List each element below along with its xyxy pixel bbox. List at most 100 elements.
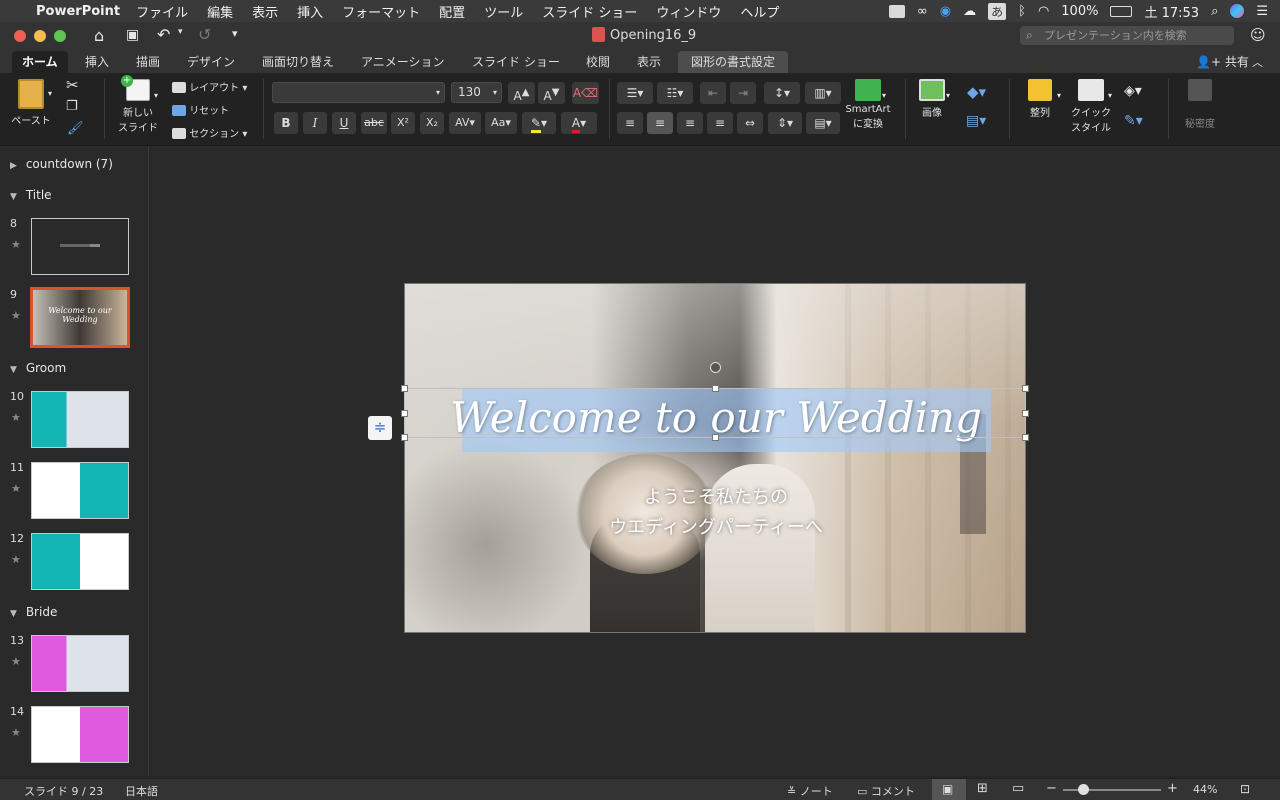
- notification-icon[interactable]: [888, 4, 905, 18]
- fit-to-window-icon[interactable]: ⊡: [1240, 782, 1250, 796]
- tab-review[interactable]: 校閲: [576, 51, 620, 73]
- bluetooth-icon[interactable]: ᛒ: [1018, 4, 1026, 19]
- decrease-indent-button[interactable]: ⇤: [700, 82, 726, 104]
- normal-view-button[interactable]: ▣: [932, 779, 966, 800]
- columns-button[interactable]: ▥▾: [805, 82, 841, 104]
- current-slide[interactable]: Welcome to our Wedding ようこそ私たちの ウエディングパー…: [404, 283, 1026, 633]
- format-painter-icon[interactable]: 🖌: [67, 121, 84, 136]
- section-bride[interactable]: ▼ Bride: [10, 605, 57, 619]
- section-title[interactable]: ▼ Title: [10, 188, 52, 202]
- character-spacing-button[interactable]: AV▾: [449, 112, 481, 134]
- distributed-button[interactable]: ⇔: [737, 112, 763, 134]
- text-box-icon[interactable]: ▤▾: [966, 113, 986, 129]
- wifi-icon[interactable]: ◠: [1038, 4, 1049, 19]
- resize-handle-top-left[interactable]: [401, 385, 408, 392]
- redo-icon[interactable]: ↺: [198, 25, 211, 44]
- align-center-button[interactable]: ≡: [647, 112, 673, 134]
- notes-button[interactable]: ≚ ノート: [787, 783, 833, 799]
- tab-slideshow[interactable]: スライド ショー: [462, 51, 570, 73]
- align-text-button[interactable]: ▤▾: [806, 112, 840, 134]
- slide-subtitle-line-1[interactable]: ようこそ私たちの: [405, 483, 1025, 509]
- arrange-button[interactable]: 整列: [1018, 79, 1062, 119]
- slide-thumbnail-11[interactable]: [31, 462, 129, 519]
- tab-animations[interactable]: アニメーション: [351, 51, 455, 73]
- underline-button[interactable]: U: [332, 112, 356, 134]
- slide-thumbnail-9[interactable]: Welcome to our Wedding: [30, 287, 130, 348]
- resize-handle-bottom-right[interactable]: [1022, 434, 1029, 441]
- wifi-sync-icon[interactable]: ◉: [940, 4, 951, 19]
- comments-button[interactable]: ▭ コメント: [857, 783, 915, 799]
- slide-sorter-icon[interactable]: ⊞: [977, 781, 988, 796]
- layout-button[interactable]: レイアウト ▾: [172, 79, 247, 94]
- slide-thumbnail-12[interactable]: [31, 533, 129, 590]
- quick-styles-button[interactable]: クイック スタイル: [1068, 79, 1114, 134]
- zoom-slider-handle[interactable]: [1078, 784, 1089, 795]
- app-name[interactable]: PowerPoint: [36, 4, 120, 19]
- siri-icon[interactable]: [1230, 4, 1245, 18]
- subscript-button[interactable]: X₂: [420, 112, 444, 134]
- align-right-button[interactable]: ≡: [677, 112, 703, 134]
- user-icon[interactable]: ☺: [1250, 26, 1266, 44]
- decrease-font-size-button[interactable]: A▼: [538, 82, 565, 104]
- superscript-button[interactable]: X²: [391, 112, 415, 134]
- resize-handle-bottom-left[interactable]: [401, 434, 408, 441]
- clock[interactable]: 土 17:53: [1144, 2, 1199, 21]
- tab-draw[interactable]: 描画: [126, 51, 170, 73]
- rotate-handle-icon[interactable]: [710, 362, 721, 373]
- menu-window[interactable]: ウィンドウ: [656, 2, 721, 21]
- section-groom[interactable]: ▼ Groom: [10, 361, 66, 375]
- slide-thumbnail-14[interactable]: [31, 706, 129, 763]
- menu-format[interactable]: フォーマット: [342, 2, 420, 21]
- quick-styles-dropdown-icon[interactable]: ▾: [1108, 91, 1112, 100]
- highlight-color-button[interactable]: ✎▾: [522, 112, 556, 134]
- cut-icon[interactable]: ✂: [66, 76, 79, 94]
- smartart-dropdown-icon[interactable]: ▾: [882, 91, 886, 100]
- increase-indent-button[interactable]: ⇥: [730, 82, 756, 104]
- numbering-button[interactable]: ☷▾: [657, 82, 693, 104]
- undo-icon[interactable]: ↶: [157, 25, 170, 44]
- zoom-level[interactable]: 44%: [1193, 783, 1217, 796]
- menu-arrange[interactable]: 配置: [439, 2, 465, 21]
- tab-transitions[interactable]: 画面切り替え: [252, 51, 344, 73]
- font-size-select[interactable]: 130 ▾: [451, 82, 502, 103]
- shapes-icon[interactable]: ◆▾: [967, 83, 986, 101]
- resize-handle-top[interactable]: [712, 385, 719, 392]
- menu-view[interactable]: 表示: [252, 2, 278, 21]
- zoom-in-icon[interactable]: +: [1167, 781, 1178, 796]
- resize-handle-top-right[interactable]: [1022, 385, 1029, 392]
- font-color-button[interactable]: A▾: [561, 112, 597, 134]
- font-name-select[interactable]: ▾: [272, 82, 445, 103]
- change-case-button[interactable]: Aa▾: [485, 112, 517, 134]
- increase-font-size-button[interactable]: A▲: [508, 82, 535, 104]
- menu-edit[interactable]: 編集: [207, 2, 233, 21]
- copy-icon[interactable]: ❐: [66, 99, 78, 114]
- resize-handle-right[interactable]: [1022, 410, 1029, 417]
- slide-thumbnail-10[interactable]: [31, 391, 129, 448]
- convert-to-smartart-button[interactable]: SmartArt に変換: [845, 79, 891, 130]
- slide-thumbnail-8[interactable]: [31, 218, 129, 275]
- input-method-indicator[interactable]: あ: [988, 2, 1007, 20]
- collapse-ribbon-icon[interactable]: ︿: [1252, 54, 1263, 70]
- align-left-button[interactable]: ≡: [617, 112, 643, 134]
- paste-button[interactable]: ペースト: [10, 79, 52, 127]
- slide-subtitle-line-2[interactable]: ウエディングパーティーへ: [405, 513, 1025, 539]
- strikethrough-button[interactable]: abc: [361, 112, 387, 134]
- battery-icon[interactable]: [1110, 5, 1133, 17]
- section-countdown[interactable]: ▶ countdown (7): [10, 157, 113, 171]
- clear-formatting-button[interactable]: A⌫: [572, 82, 599, 104]
- new-slide-button[interactable]: + 新しい スライド: [112, 75, 164, 134]
- line-spacing-button[interactable]: ↕▾: [764, 82, 800, 104]
- bullets-button[interactable]: ☰▾: [617, 82, 653, 104]
- tab-shape-format[interactable]: 図形の書式設定: [678, 51, 789, 73]
- bold-button[interactable]: B: [274, 112, 298, 134]
- cloud-upload-icon[interactable]: ☁: [963, 4, 976, 19]
- customize-toolbar-icon[interactable]: ▾: [232, 27, 238, 40]
- minimize-window-button[interactable]: [34, 30, 46, 42]
- tab-design[interactable]: デザイン: [177, 51, 245, 73]
- menu-slideshow[interactable]: スライド ショー: [542, 2, 637, 21]
- new-slide-dropdown-icon[interactable]: ▾: [154, 91, 158, 100]
- search-input[interactable]: ⌕ プレゼンテーション内を検索: [1020, 26, 1234, 45]
- slide-thumbnail-13[interactable]: [31, 635, 129, 692]
- tab-insert[interactable]: 挿入: [75, 51, 119, 73]
- menu-insert[interactable]: 挿入: [297, 2, 323, 21]
